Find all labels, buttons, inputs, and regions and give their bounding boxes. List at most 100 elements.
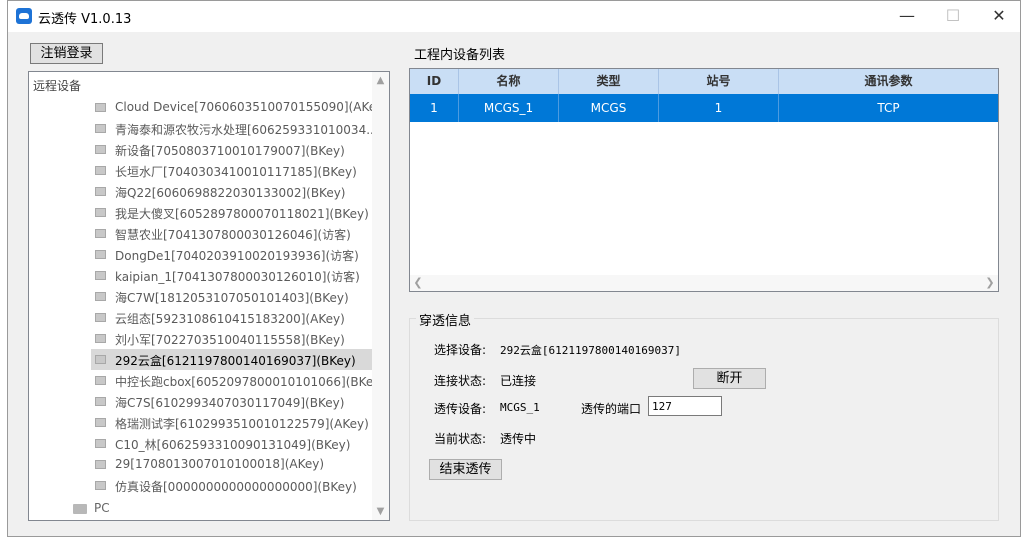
tree-item-device[interactable]: kaipian_1[7041307800030126010](访客) bbox=[91, 265, 373, 286]
device-icon bbox=[95, 187, 106, 196]
passthrough-device-value: MCGS_1 bbox=[500, 401, 540, 414]
minimize-button[interactable]: — bbox=[884, 1, 930, 32]
tree-item-device[interactable]: 海C7W[1812053107050101403](BKey) bbox=[91, 286, 373, 307]
tree-item-label: 刘小军[7022703510040115558](BKey) bbox=[115, 333, 345, 347]
tree-item-device[interactable]: 智慧农业[7041307800030126046](访客) bbox=[91, 223, 373, 244]
port-label: 透传的端口 bbox=[581, 402, 642, 416]
cell-id: 1 bbox=[410, 94, 459, 122]
scroll-up-arrow-icon[interactable]: ▲ bbox=[372, 72, 389, 89]
column-header-type[interactable]: 类型 bbox=[559, 69, 659, 94]
tree-item-label: 格瑞测试李[6102993510010122579](AKey) bbox=[115, 417, 369, 431]
column-header-name[interactable]: 名称 bbox=[459, 69, 559, 94]
title-bar: 云透传 V1.0.13 — ☐ ✕ bbox=[8, 1, 1020, 32]
tree-item-device[interactable]: C10_林[6062593310090131049](BKey) bbox=[91, 433, 373, 454]
current-state-label: 当前状态: bbox=[434, 432, 487, 446]
tree-item-label: 海C7W[1812053107050101403](BKey) bbox=[115, 291, 349, 305]
tree-item-label: 292云盒[6121197800140169037](BKey) bbox=[115, 354, 356, 368]
tree-item-device[interactable]: Cloud Device[7060603510070155090](AKey) bbox=[91, 97, 373, 118]
tree-item-label: 云组态[5923108610415183200](AKey) bbox=[115, 312, 345, 326]
device-icon bbox=[95, 418, 106, 427]
device-icon bbox=[95, 292, 106, 301]
device-icon bbox=[95, 229, 106, 238]
tree-item-label: 我是大傻叉[6052897800070118021](BKey) bbox=[115, 207, 369, 221]
tree-item-device[interactable]: 新设备[7050803710010179007](BKey) bbox=[91, 139, 373, 160]
tree-item-label: 29[1708013007010100018](AKey) bbox=[115, 457, 325, 471]
passthrough-info-title: 穿透信息 bbox=[416, 310, 475, 329]
maximize-button[interactable]: ☐ bbox=[930, 1, 976, 32]
column-header-station[interactable]: 站号 bbox=[659, 69, 779, 94]
tree-item-device[interactable]: 青海泰和源农牧污水处理[606259331010034... bbox=[91, 118, 373, 139]
tree-item-label: 仿真设备[0000000000000000000](BKey) bbox=[115, 480, 357, 494]
scroll-right-arrow-icon[interactable]: ❯ bbox=[982, 275, 998, 291]
tree-item-device[interactable]: 292云盒[6121197800140169037](BKey) bbox=[91, 349, 373, 370]
passthrough-device-label: 透传设备: bbox=[434, 402, 487, 416]
scroll-left-arrow-icon[interactable]: ❮ bbox=[410, 275, 426, 291]
current-state-value: 透传中 bbox=[500, 432, 537, 446]
device-icon bbox=[95, 460, 106, 469]
device-icon bbox=[95, 481, 106, 490]
device-icon bbox=[95, 271, 106, 280]
tree-item-device[interactable]: 29[1708013007010100018](AKey) bbox=[91, 454, 373, 475]
disconnect-button[interactable]: 断开 bbox=[693, 368, 766, 389]
tree-item-label: Cloud Device[7060603510070155090](AKey) bbox=[115, 100, 373, 114]
device-icon bbox=[95, 103, 106, 112]
device-icon bbox=[95, 334, 106, 343]
device-list-title: 工程内设备列表 bbox=[414, 48, 506, 63]
connection-status-label: 连接状态: bbox=[434, 374, 487, 388]
tree-item-device[interactable]: 仿真设备[0000000000000000000](BKey) bbox=[91, 475, 373, 496]
tree-item-pc[interactable]: PC bbox=[73, 498, 273, 519]
tree-item-label: DongDe1[7040203910020193936](访客) bbox=[115, 249, 359, 263]
cell-comm-params: TCP bbox=[877, 101, 900, 115]
tree-item-label: 新设备[7050803710010179007](BKey) bbox=[115, 144, 345, 158]
tree-item-device[interactable]: 云组态[5923108610415183200](AKey) bbox=[91, 307, 373, 328]
grid-header: ID 名称 类型 站号 通讯参数 bbox=[410, 69, 998, 94]
device-icon bbox=[95, 376, 106, 385]
device-list-grid[interactable]: ID 名称 类型 站号 通讯参数 1 MCGS_1 MCGS 1 TCP ❮ ❯ bbox=[409, 68, 999, 292]
cell-type: MCGS bbox=[559, 94, 659, 122]
device-icon bbox=[95, 250, 106, 259]
tree-item-device[interactable]: 中控长跑cbox[6052097800010101066](BKey) bbox=[91, 370, 373, 391]
tree-item-label: PC bbox=[94, 501, 110, 515]
end-passthrough-button[interactable]: 结束透传 bbox=[429, 459, 502, 480]
tree-root-remote-devices[interactable]: 远程设备 bbox=[33, 77, 81, 94]
tree-item-device[interactable]: 刘小军[7022703510040115558](BKey) bbox=[91, 328, 373, 349]
logout-button[interactable]: 注销登录 bbox=[30, 43, 103, 64]
cloud-app-icon bbox=[16, 8, 32, 24]
device-icon bbox=[95, 166, 106, 175]
selected-device-value: 292云盒[6121197800140169037] bbox=[500, 344, 681, 357]
tree-item-device[interactable]: 海Q22[6060698822030133002](BKey) bbox=[91, 181, 373, 202]
tree-scrollbar[interactable]: ▲ ▼ bbox=[372, 72, 389, 520]
tree-item-device[interactable]: 海C7S[6102993407030117049](BKey) bbox=[91, 391, 373, 412]
tree-item-label: 海C7S[6102993407030117049](BKey) bbox=[115, 396, 345, 410]
device-icon bbox=[95, 145, 106, 154]
close-button[interactable]: ✕ bbox=[976, 1, 1022, 32]
device-icon bbox=[95, 124, 106, 133]
connection-status-value: 已连接 bbox=[500, 374, 537, 388]
passthrough-info-group bbox=[409, 318, 999, 521]
table-row[interactable]: 1 MCGS_1 MCGS 1 TCP bbox=[410, 94, 998, 122]
cell-station: 1 bbox=[659, 94, 779, 122]
tree-item-device[interactable]: 长垣水厂[7040303410010117185](BKey) bbox=[91, 160, 373, 181]
remote-device-tree[interactable]: 远程设备 Cloud Device[7060603510070155090](A… bbox=[28, 71, 390, 521]
device-icon bbox=[95, 439, 106, 448]
tree-item-label: C10_林[6062593310090131049](BKey) bbox=[115, 438, 351, 452]
device-icon bbox=[95, 397, 106, 406]
tree-item-label: 长垣水厂[7040303410010117185](BKey) bbox=[115, 165, 357, 179]
tree-item-device[interactable]: 我是大傻叉[6052897800070118021](BKey) bbox=[91, 202, 373, 223]
column-header-id[interactable]: ID bbox=[410, 69, 459, 94]
tree-item-label: 中控长跑cbox[6052097800010101066](BKey) bbox=[115, 375, 373, 389]
computer-icon bbox=[73, 504, 87, 514]
cell-name: MCGS_1 bbox=[459, 94, 559, 122]
tree-item-label: 智慧农业[7041307800030126046](访客) bbox=[115, 228, 351, 242]
port-input[interactable] bbox=[648, 396, 722, 416]
selected-device-label: 选择设备: bbox=[434, 343, 487, 357]
window-title: 云透传 V1.0.13 bbox=[38, 12, 132, 27]
column-header-comm-params[interactable]: 通讯参数 bbox=[779, 69, 998, 94]
tree-item-device[interactable]: DongDe1[7040203910020193936](访客) bbox=[91, 244, 373, 265]
scroll-down-arrow-icon[interactable]: ▼ bbox=[372, 503, 389, 520]
tree-item-label: 青海泰和源农牧污水处理[606259331010034... bbox=[115, 123, 373, 137]
grid-horizontal-scrollbar[interactable]: ❮ ❯ bbox=[410, 275, 998, 291]
tree-item-label: kaipian_1[7041307800030126010](访客) bbox=[115, 270, 360, 284]
app-window: 云透传 V1.0.13 — ☐ ✕ 注销登录 远程设备 Cloud Device… bbox=[7, 0, 1021, 537]
tree-item-device[interactable]: 格瑞测试李[6102993510010122579](AKey) bbox=[91, 412, 373, 433]
